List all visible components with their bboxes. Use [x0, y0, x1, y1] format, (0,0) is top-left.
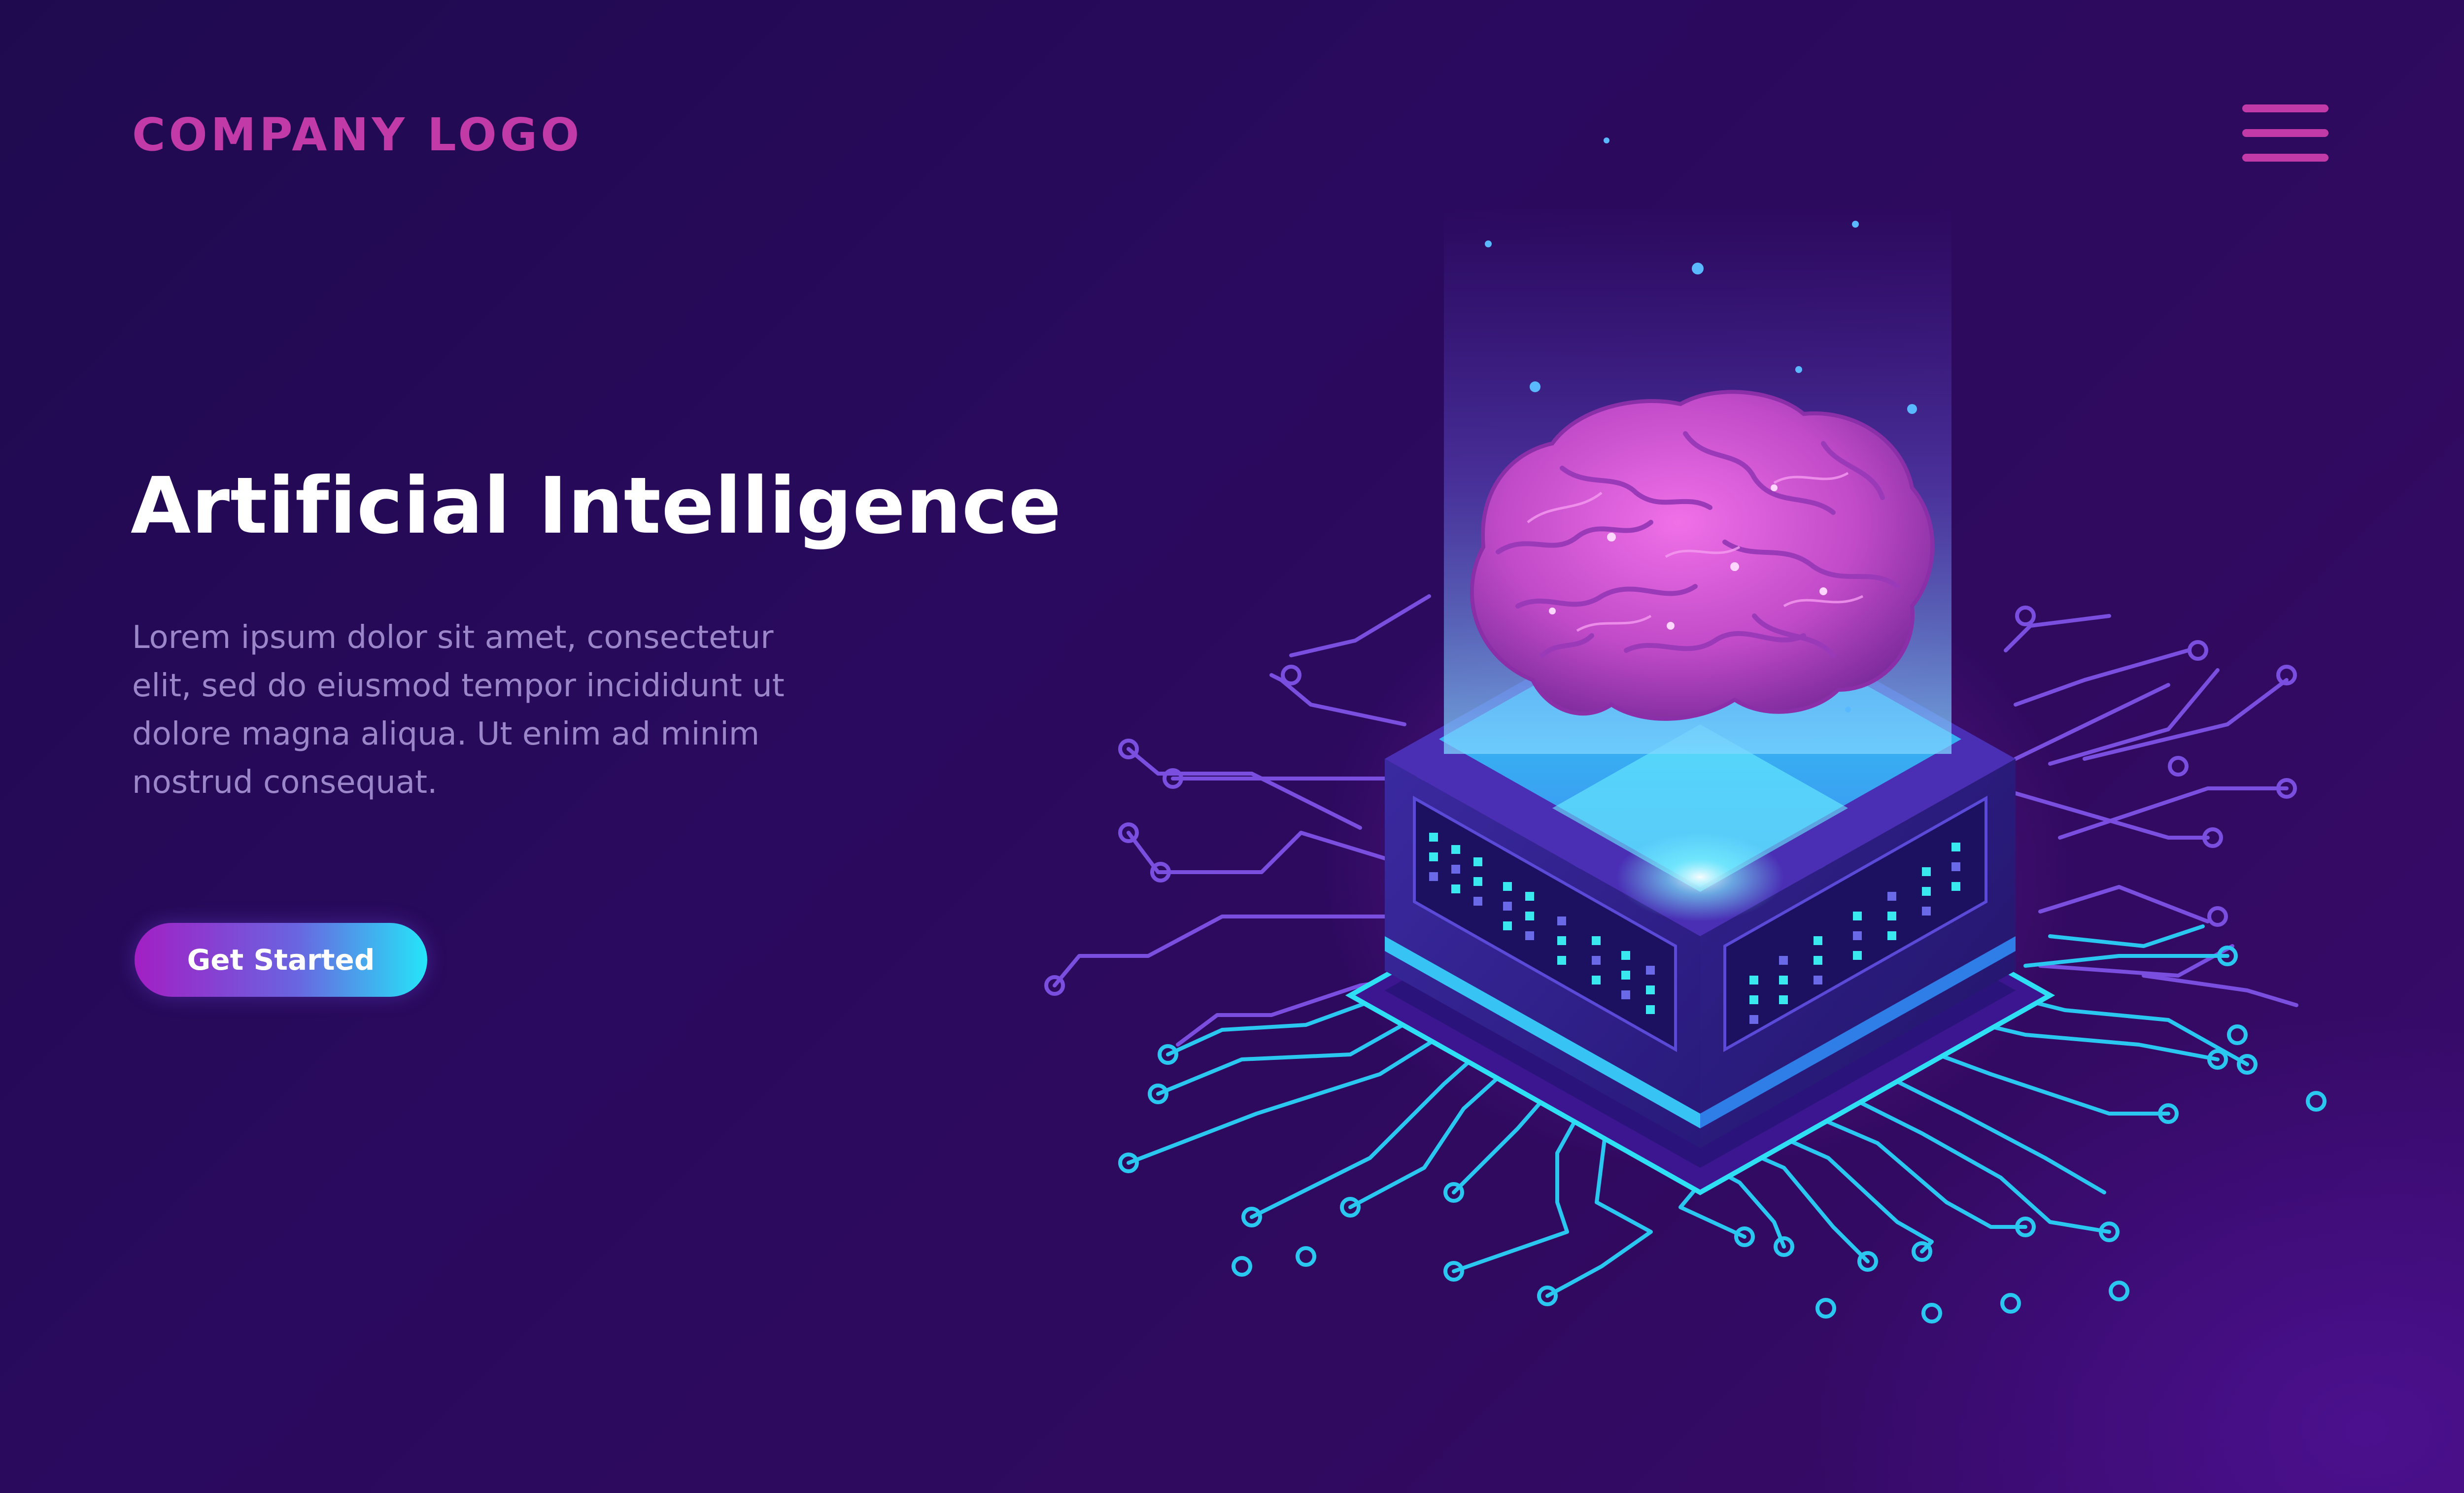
landing-page: COMPANY LOGO Artificial Intelligence Lor…	[0, 0, 2464, 1493]
ai-chip-illustration	[1044, 137, 2327, 1323]
